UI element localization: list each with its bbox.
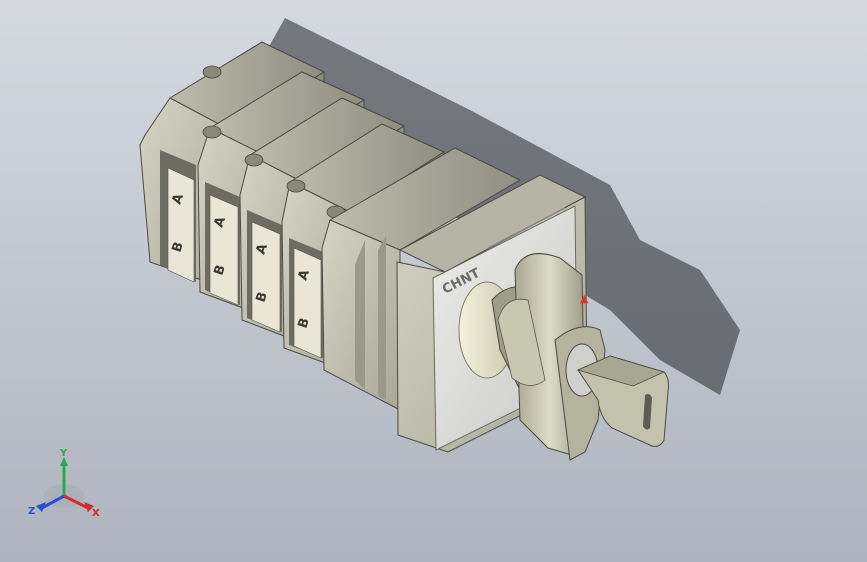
cad-model-scene[interactable]: A B A B A B A B CHNT ▲ xyxy=(0,0,867,562)
position-marker-icon: ▲ xyxy=(580,292,589,305)
x-axis-label: X xyxy=(92,508,100,519)
y-axis-label: Y xyxy=(59,448,68,459)
z-axis-label: Z xyxy=(28,506,35,517)
3d-viewport[interactable]: A B A B A B A B CHNT ▲ Y X Z xyxy=(0,0,867,562)
coordinate-triad: Y X Z xyxy=(28,448,100,519)
